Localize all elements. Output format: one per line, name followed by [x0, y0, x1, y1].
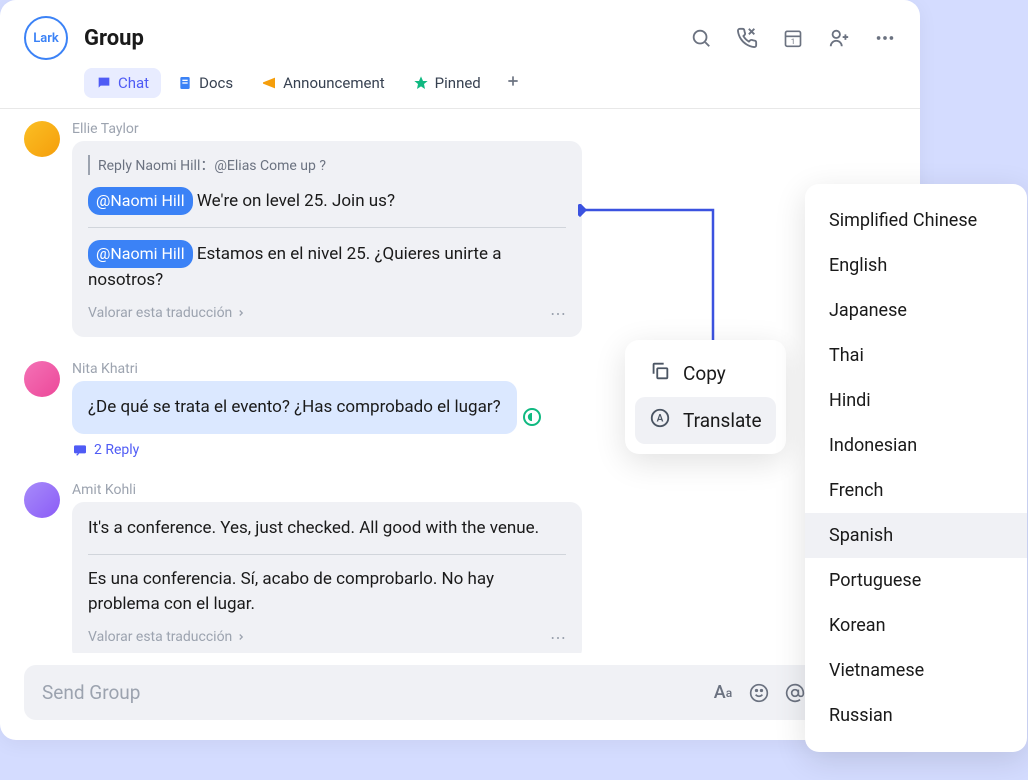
- header: Lark Group 1: [0, 0, 920, 109]
- translate-icon: A: [649, 407, 671, 434]
- lang-item-hindi[interactable]: Hindi: [805, 378, 1027, 423]
- lang-item-portuguese[interactable]: Portuguese: [805, 558, 1027, 603]
- context-item-label: Copy: [683, 362, 726, 385]
- message-line: @Naomi Hill We're on level 25. Join us?: [88, 187, 566, 215]
- docs-icon: [177, 75, 193, 91]
- tab-label: Pinned: [435, 74, 481, 92]
- message-bubble[interactable]: Reply Naomi Hill：@Elias Come up ? @Naomi…: [72, 141, 582, 337]
- calendar-icon[interactable]: 1: [782, 27, 804, 49]
- message-text-translated: Es una conferencia. Sí, acabo de comprob…: [88, 567, 566, 618]
- sender-name: Ellie Taylor: [72, 121, 896, 137]
- message-text: We're on level 25. Join us?: [197, 191, 395, 211]
- reply-quote: Reply Naomi Hill：@Elias Come up ?: [88, 155, 566, 175]
- lang-item-french[interactable]: French: [805, 468, 1027, 513]
- translate-footer: Valorar esta traducción ⋯: [88, 628, 566, 647]
- svg-text:A: A: [657, 414, 664, 425]
- header-top: Lark Group 1: [24, 16, 896, 60]
- tab-pinned[interactable]: Pinned: [401, 68, 493, 98]
- lang-item-spanish[interactable]: Spanish: [805, 513, 1027, 558]
- search-icon[interactable]: [690, 27, 712, 49]
- logo[interactable]: Lark: [24, 16, 68, 60]
- lang-item-thai[interactable]: Thai: [805, 333, 1027, 378]
- lang-item-english[interactable]: English: [805, 243, 1027, 288]
- lang-item-vietnamese[interactable]: Vietnamese: [805, 648, 1027, 693]
- message-row: Amit Kohli It's a conference. Yes, just …: [0, 470, 920, 653]
- add-member-icon[interactable]: [828, 27, 850, 49]
- lang-item-korean[interactable]: Korean: [805, 603, 1027, 648]
- tab-label: Docs: [199, 74, 233, 92]
- chat-icon: [96, 75, 112, 91]
- copy-icon: [649, 360, 671, 387]
- lang-item-simplified-chinese[interactable]: Simplified Chinese: [805, 198, 1027, 243]
- translation-divider: [88, 554, 566, 555]
- emoji-icon[interactable]: [748, 682, 770, 704]
- message-bubble[interactable]: ¿De qué se trata el evento? ¿Has comprob…: [72, 381, 517, 435]
- tabs: Chat Docs Announcement Pinned: [84, 68, 896, 108]
- avatar[interactable]: [24, 121, 60, 157]
- tab-label: Chat: [118, 74, 149, 92]
- tab-chat[interactable]: Chat: [84, 68, 161, 98]
- add-tab-icon[interactable]: [505, 73, 521, 93]
- translation-badge-icon: [523, 408, 541, 426]
- pin-icon: [413, 75, 429, 91]
- rate-translation-link[interactable]: Valorar esta traducción: [88, 305, 246, 321]
- message-text: It's a conference. Yes, just checked. Al…: [88, 516, 566, 542]
- tab-label: Announcement: [283, 74, 385, 92]
- mention-pill[interactable]: @Naomi Hill: [88, 240, 193, 268]
- tab-announcement[interactable]: Announcement: [249, 68, 397, 98]
- message-bubble[interactable]: It's a conference. Yes, just checked. Al…: [72, 502, 582, 653]
- message-body: Amit Kohli It's a conference. Yes, just …: [72, 482, 896, 653]
- more-dots-icon[interactable]: ⋯: [550, 304, 566, 323]
- message-body: Ellie Taylor Reply Naomi Hill：@Elias Com…: [72, 121, 896, 337]
- context-copy[interactable]: Copy: [635, 350, 776, 397]
- at-mention-icon[interactable]: [784, 682, 806, 704]
- more-icon[interactable]: [874, 27, 896, 49]
- composer-placeholder: Send Group: [42, 681, 140, 704]
- announcement-icon: [261, 75, 277, 91]
- header-left: Lark Group: [24, 16, 144, 60]
- svg-text:1: 1: [791, 37, 795, 46]
- sender-name: Amit Kohli: [72, 482, 896, 498]
- translation-divider: [88, 227, 566, 228]
- avatar[interactable]: [24, 482, 60, 518]
- composer[interactable]: Send Group Aa ⌄: [24, 665, 896, 720]
- font-icon[interactable]: Aa: [712, 682, 734, 704]
- context-menu: Copy A Translate: [625, 340, 786, 454]
- mention-pill[interactable]: @Naomi Hill: [88, 187, 193, 215]
- context-item-label: Translate: [683, 409, 762, 432]
- lang-item-russian[interactable]: Russian: [805, 693, 1027, 738]
- rate-translation-link[interactable]: Valorar esta traducción: [88, 629, 246, 645]
- more-dots-icon[interactable]: ⋯: [550, 628, 566, 647]
- message-row: Ellie Taylor Reply Naomi Hill：@Elias Com…: [0, 109, 920, 349]
- header-actions: 1: [690, 27, 896, 49]
- group-title: Group: [84, 26, 144, 51]
- language-menu: Simplified Chinese English Japanese Thai…: [805, 184, 1027, 752]
- lang-item-indonesian[interactable]: Indonesian: [805, 423, 1027, 468]
- avatar[interactable]: [24, 361, 60, 397]
- context-translate[interactable]: A Translate: [635, 397, 776, 444]
- lang-item-japanese[interactable]: Japanese: [805, 288, 1027, 333]
- message-line-translated: @Naomi Hill Estamos en el nivel 25. ¿Qui…: [88, 240, 566, 294]
- message-text: ¿De qué se trata el evento? ¿Has comprob…: [88, 395, 501, 421]
- video-call-icon[interactable]: [736, 27, 758, 49]
- translate-footer: Valorar esta traducción ⋯: [88, 304, 566, 323]
- tab-docs[interactable]: Docs: [165, 68, 245, 98]
